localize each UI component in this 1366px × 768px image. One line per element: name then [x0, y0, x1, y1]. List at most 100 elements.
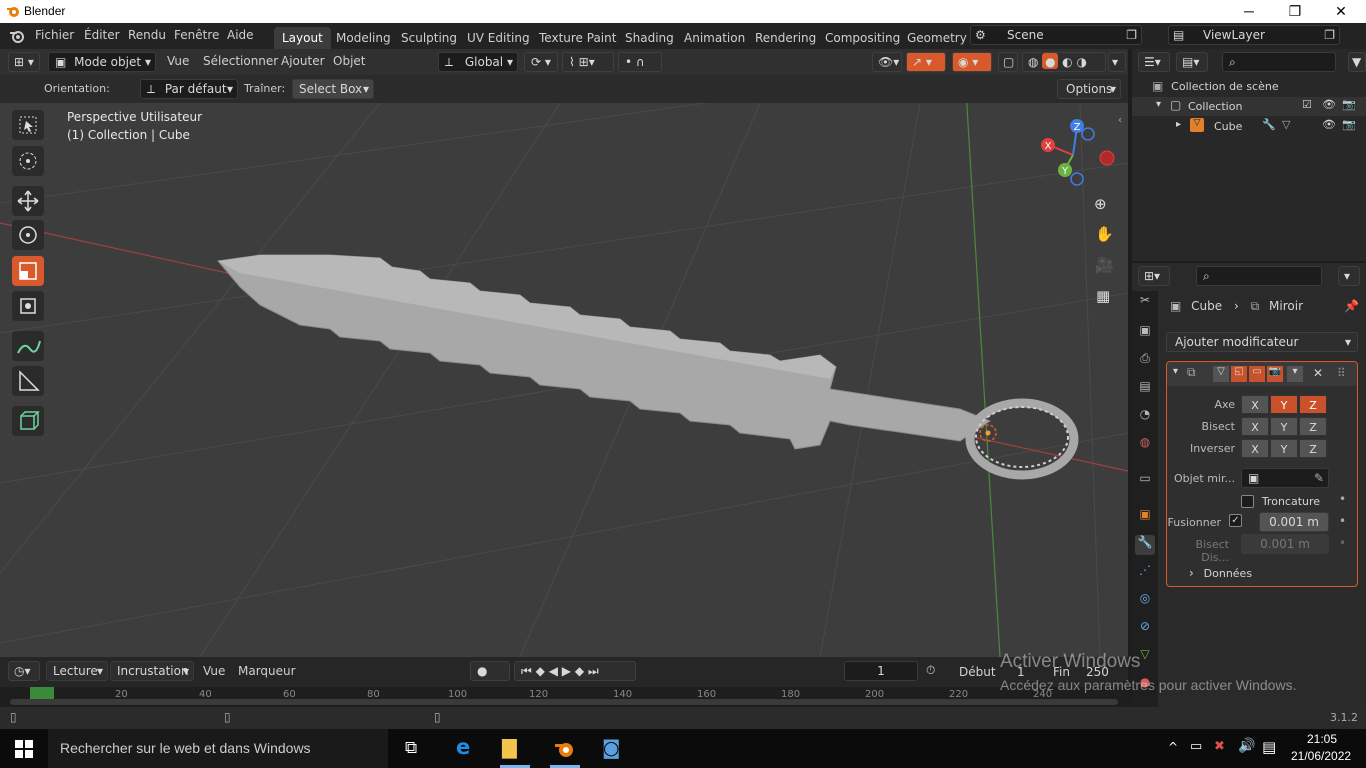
- shading-mode-buttons[interactable]: ◍ ● ◐ ◑: [1022, 52, 1106, 72]
- eye-icon[interactable]: 👁: [1322, 118, 1336, 131]
- render-toggle-icon[interactable]: 📷: [1267, 366, 1283, 382]
- play-icon[interactable]: ▶: [562, 664, 571, 678]
- taskbar-search-box[interactable]: Rechercher sur le web et dans Windows: [48, 729, 388, 768]
- mesh-data-icon[interactable]: ▽: [1282, 118, 1290, 131]
- incrustation-menu[interactable]: Incrustation ▾: [110, 661, 194, 681]
- godot-app-icon[interactable]: ◙: [602, 737, 620, 759]
- chevron-right-icon[interactable]: ▸: [1176, 119, 1181, 130]
- menu-objet[interactable]: Objet: [333, 54, 365, 68]
- modifier-tab-icon[interactable]: 🔧: [1135, 535, 1155, 555]
- rendered-icon[interactable]: ◑: [1076, 55, 1086, 69]
- menu-aide[interactable]: Aide: [227, 28, 254, 42]
- constraints-tab-icon[interactable]: ⊘: [1135, 619, 1155, 639]
- collection-row[interactable]: ▾ ▢ Collection ☑ 👁 📷: [1132, 97, 1366, 116]
- play-reverse-icon[interactable]: ◀: [549, 664, 558, 678]
- tray-chevron-up-icon[interactable]: ^: [1168, 740, 1178, 754]
- move-tool[interactable]: [12, 186, 44, 216]
- pivot-button[interactable]: ⟳ ▾: [524, 52, 558, 72]
- tab-sculpting[interactable]: Sculpting: [393, 27, 465, 49]
- props-options-button[interactable]: ▾: [1338, 266, 1360, 286]
- timeline-menu-vue[interactable]: Vue: [203, 664, 225, 678]
- proportional-edit-button[interactable]: • ∩: [618, 52, 662, 72]
- measure-tool[interactable]: [12, 366, 44, 396]
- particles-tab-icon[interactable]: ⋰: [1135, 563, 1155, 583]
- inverser-x-toggle[interactable]: X: [1241, 439, 1269, 458]
- menu-selectionner[interactable]: Sélectionner: [203, 54, 278, 68]
- collection-tab-icon[interactable]: ▭: [1135, 471, 1155, 491]
- cage-toggle-icon[interactable]: ◱: [1231, 366, 1247, 382]
- timeline-editor-type-button[interactable]: ◷▾: [8, 661, 40, 681]
- editor-type-button[interactable]: ⊞ ▾: [8, 52, 40, 72]
- camera-view-icon[interactable]: 🎥: [1095, 256, 1114, 274]
- camera-icon[interactable]: 📷: [1342, 98, 1356, 111]
- fusionner-distance-field[interactable]: 0.001 m: [1259, 512, 1329, 532]
- outliner-editor-type-button[interactable]: ☰▾: [1138, 52, 1170, 72]
- viewlayer-selector[interactable]: ▤ ViewLayer ❐: [1168, 25, 1340, 45]
- props-editor-type-button[interactable]: ⊞▾: [1138, 266, 1170, 286]
- physics-tab-icon[interactable]: ◎: [1135, 591, 1155, 611]
- prev-keyframe-icon[interactable]: ◆: [536, 664, 545, 678]
- keyframe-dot-icon[interactable]: •: [1339, 536, 1346, 550]
- material-preview-icon[interactable]: ◐: [1062, 55, 1072, 69]
- action-center-icon[interactable]: ▤: [1262, 738, 1276, 756]
- overlay-toggle-button[interactable]: ◉ ▾: [952, 52, 992, 72]
- output-tab-icon[interactable]: ⎙: [1135, 351, 1155, 371]
- axe-z-toggle[interactable]: Z: [1299, 395, 1327, 414]
- object-tab-icon[interactable]: ▣: [1135, 507, 1155, 527]
- outliner-search-input[interactable]: ⌕: [1222, 52, 1336, 72]
- axe-x-toggle[interactable]: X: [1241, 395, 1269, 414]
- drag-selector[interactable]: Select Box ▾: [292, 79, 374, 99]
- gizmo-toggle-button[interactable]: ↗ ▾: [906, 52, 946, 72]
- viewport-toggle-icon[interactable]: ▭: [1249, 366, 1265, 382]
- orientation-selector[interactable]: ⟂ Par défaut ▾: [140, 79, 238, 99]
- cube-object-row[interactable]: ▸ ▽ Cube 🔧 ▽ 👁 📷: [1132, 117, 1366, 136]
- navigation-gizmo[interactable]: Z X Y: [1035, 115, 1117, 197]
- playhead-marker[interactable]: [30, 687, 54, 699]
- tool-tab-icon[interactable]: ✂: [1135, 293, 1155, 313]
- blender-app-icon[interactable]: [554, 738, 576, 760]
- windows-start-icon[interactable]: [15, 740, 33, 758]
- copy-viewlayer-icon[interactable]: ❐: [1324, 26, 1335, 44]
- tab-animation[interactable]: Animation: [676, 27, 753, 49]
- filter-button[interactable]: ▼: [1348, 52, 1366, 72]
- close-window-button[interactable]: ✕: [1318, 1, 1364, 23]
- modifier-menu-icon[interactable]: ▾: [1287, 366, 1303, 382]
- jump-end-icon[interactable]: ⏭: [588, 664, 599, 678]
- menu-editer[interactable]: Éditer: [84, 28, 120, 42]
- shading-options-button[interactable]: ▾: [1108, 52, 1126, 72]
- jump-start-icon[interactable]: ⏮: [521, 664, 532, 678]
- mirror-object-field[interactable]: ▣ ✎: [1241, 468, 1329, 488]
- network-icon[interactable]: ▭: [1190, 739, 1202, 754]
- tab-texture-paint[interactable]: Texture Paint: [531, 27, 624, 49]
- copy-scene-icon[interactable]: ❐: [1126, 26, 1137, 44]
- tab-modeling[interactable]: Modeling: [328, 27, 399, 49]
- keyframe-dot-icon[interactable]: •: [1339, 492, 1346, 506]
- tab-rendering[interactable]: Rendering: [747, 27, 824, 49]
- solid-shading-icon[interactable]: ●: [1042, 53, 1059, 69]
- add-modifier-dropdown[interactable]: Ajouter modificateur ▾: [1166, 332, 1358, 352]
- scene-tab-icon[interactable]: ◔: [1135, 407, 1155, 427]
- camera-icon[interactable]: 📷: [1342, 118, 1356, 131]
- zoom-icon[interactable]: ⊕: [1094, 195, 1107, 213]
- pan-hand-icon[interactable]: ✋: [1095, 225, 1114, 243]
- edit-mode-toggle-icon[interactable]: ▽: [1213, 366, 1229, 382]
- auto-keying-button[interactable]: ●: [470, 661, 510, 681]
- select-box-tool[interactable]: [12, 110, 44, 140]
- menu-fenetre[interactable]: Fenêtre: [174, 28, 219, 42]
- timeline-scrollbar[interactable]: [10, 699, 1118, 705]
- add-cube-tool[interactable]: [12, 406, 44, 436]
- eyedropper-icon[interactable]: ✎: [1314, 469, 1324, 487]
- keyframe-dot-icon[interactable]: •: [1339, 514, 1346, 528]
- annotate-tool[interactable]: [12, 331, 44, 361]
- volume-icon[interactable]: 🔊: [1238, 738, 1255, 754]
- tab-uv-editing[interactable]: UV Editing: [459, 27, 538, 49]
- task-view-icon[interactable]: ⧉: [405, 738, 417, 758]
- options-button[interactable]: Options ▾: [1057, 79, 1121, 99]
- menu-rendu[interactable]: Rendu: [128, 28, 166, 42]
- tab-geometry[interactable]: Geometry: [899, 27, 975, 49]
- inverser-z-toggle[interactable]: Z: [1299, 439, 1327, 458]
- axe-y-toggle[interactable]: Y: [1270, 395, 1298, 414]
- 3d-viewport[interactable]: Perspective Utilisateur (1) Collection |…: [0, 103, 1128, 657]
- bisect-y-toggle[interactable]: Y: [1270, 417, 1298, 436]
- wireframe-icon[interactable]: ◍: [1028, 55, 1038, 69]
